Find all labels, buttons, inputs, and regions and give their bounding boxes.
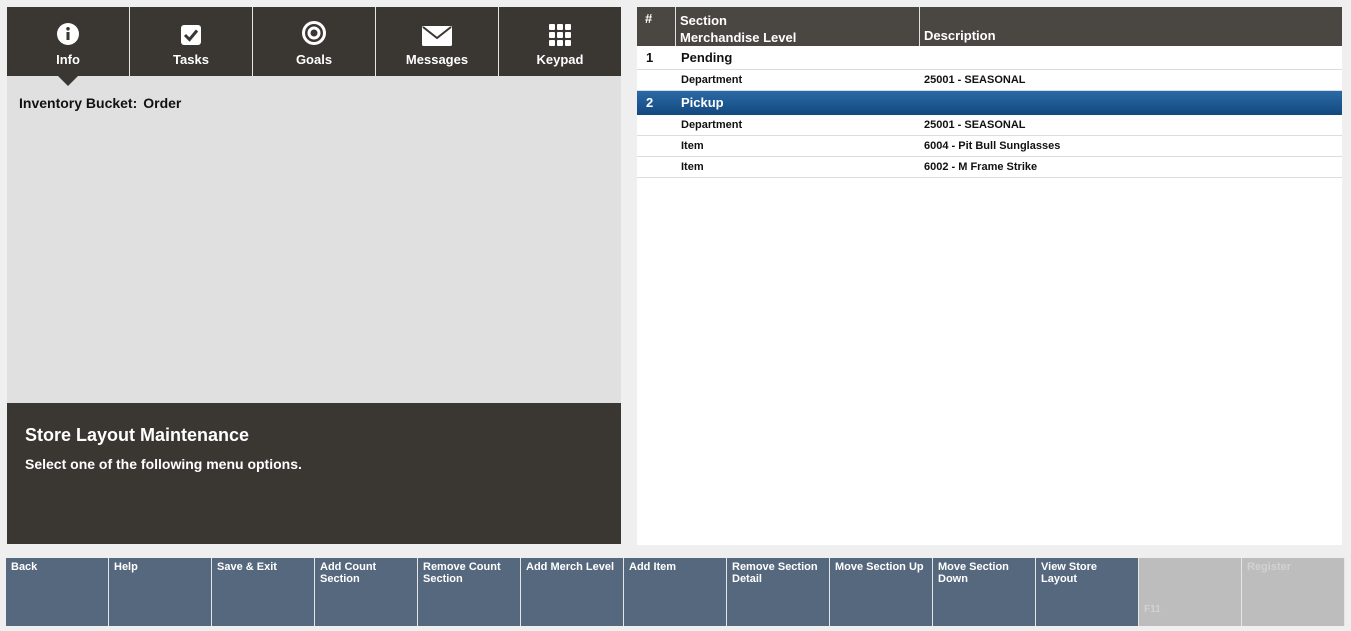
table-row-section[interactable]: 1 Pending [637,46,1342,70]
row-name: Pickup [681,95,724,110]
tab-tasks[interactable]: Tasks [130,7,253,76]
target-icon [302,21,326,45]
row-name: Pending [681,50,733,65]
save-exit-button[interactable]: Save & Exit [212,558,315,626]
row-number: 2 [646,95,654,110]
inventory-bucket: Inventory Bucket: Order [19,95,181,111]
table-row-detail[interactable]: Item 6002 - M Frame Strike [637,157,1342,178]
row-description: 25001 - SEASONAL [924,119,1026,131]
checkbox-icon [181,25,201,45]
tab-goals[interactable]: Goals [253,7,376,76]
table-row-detail[interactable]: Department 25001 - SEASONAL [637,115,1342,136]
view-store-layout-button[interactable]: View Store Layout [1036,558,1139,626]
move-section-up-button[interactable]: Move Section Up [830,558,933,626]
row-name: Department [681,74,743,86]
table-row-detail[interactable]: Item 6004 - Pit Bull Sunglasses [637,136,1342,157]
envelope-icon [422,26,452,46]
table-row-section-selected[interactable]: 2 Pickup [637,91,1342,115]
inventory-bucket-label: Inventory Bucket: [19,95,138,111]
help-button[interactable]: Help [109,558,212,626]
column-header-section-label: Section [680,13,727,28]
tab-label: Goals [295,52,333,67]
remove-section-detail-button[interactable]: Remove Section Detail [727,558,830,626]
tab-info[interactable]: Info [7,7,130,86]
row-description: 6002 - M Frame Strike [924,161,1038,173]
column-header-number: # [637,7,676,46]
row-name: Item [681,140,704,152]
tab-keypad[interactable]: Keypad [499,7,621,76]
f11-button-disabled: F11 [1139,558,1242,626]
tab-bar: Info Tasks Goals Messages Keypad [7,7,621,86]
prompt-text: Select one of the following menu options… [25,456,302,472]
inventory-bucket-value: Order [143,95,182,111]
prompt-message-box: Store Layout Maintenance Select one of t… [7,403,621,544]
info-icon [57,23,79,45]
button-key-hint: F11 [1144,604,1161,615]
column-header-section: Section Merchandise Level [676,7,920,46]
row-description: 6004 - Pit Bull Sunglasses [924,140,1061,152]
row-description: 25001 - SEASONAL [924,74,1026,86]
prompt-title: Store Layout Maintenance [25,425,250,445]
column-header-merch-label: Merchandise Level [680,30,797,45]
row-number: 1 [646,50,654,65]
store-layout-table: # Section Merchandise Level Description … [637,7,1342,545]
tab-messages[interactable]: Messages [376,7,499,76]
table-row-detail[interactable]: Department 25001 - SEASONAL [637,70,1342,91]
tab-label: Keypad [536,52,584,67]
tab-label: Tasks [173,52,209,67]
keypad-grid-icon [549,24,571,46]
tab-label: Info [56,52,80,67]
tab-label: Messages [405,52,469,67]
column-header-description: Description [924,28,996,43]
add-item-button[interactable]: Add Item [624,558,727,626]
move-section-down-button[interactable]: Move Section Down [933,558,1036,626]
remove-count-section-button[interactable]: Remove Count Section [418,558,521,626]
add-count-section-button[interactable]: Add Count Section [315,558,418,626]
function-button-bar: Back Help Save & Exit Add Count Section … [6,558,1346,626]
add-merch-level-button[interactable]: Add Merch Level [521,558,624,626]
back-button[interactable]: Back [6,558,109,626]
row-name: Item [681,161,704,173]
register-button-disabled: Register [1242,558,1345,626]
info-panel: Info Tasks Goals Messages Keypad Invento… [7,7,621,544]
row-name: Department [681,119,743,131]
table-header: # Section Merchandise Level Description [637,7,1342,46]
